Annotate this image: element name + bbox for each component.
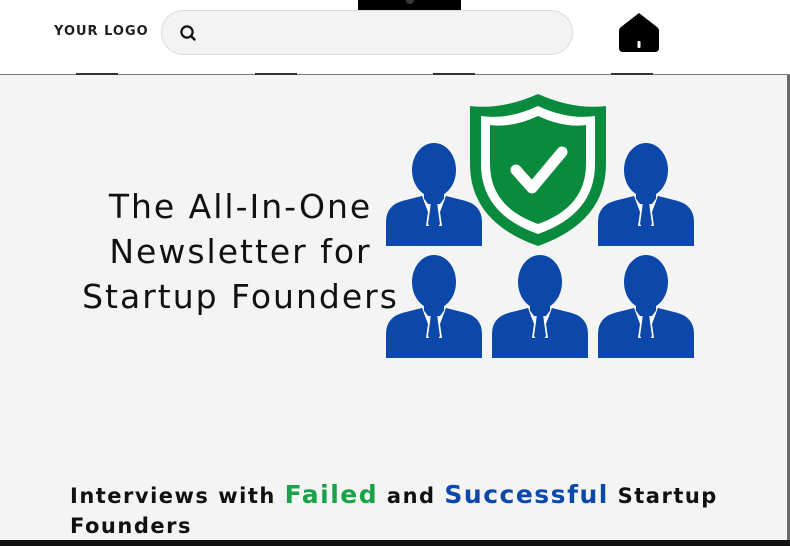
bottom-edge-bar	[0, 540, 790, 546]
subheadline-successful: Successful	[444, 480, 609, 509]
header-underline-segment	[433, 73, 475, 75]
subheadline: Interviews with Failed and Successful St…	[70, 480, 760, 541]
subheadline-middle: and	[378, 484, 445, 508]
hero-title-line: Newsletter for	[109, 232, 372, 271]
header-underline-segment	[611, 73, 653, 75]
search-bar[interactable]	[161, 10, 573, 55]
hero-title-line: Startup Founders	[82, 277, 399, 316]
header-underline-segment	[76, 73, 118, 75]
brand-logo[interactable]: YOUR LOGO	[54, 24, 149, 39]
search-icon[interactable]	[179, 24, 197, 42]
hero-title: The All-In-One Newsletter for Startup Fo…	[68, 184, 413, 319]
camera-dot	[406, 0, 414, 4]
subheadline-prefix: Interviews with	[70, 484, 285, 508]
home-icon[interactable]	[618, 11, 660, 53]
shield-check-people-icon	[386, 94, 694, 358]
subheadline-failed: Failed	[284, 480, 379, 509]
header-underline-segment	[255, 73, 297, 75]
search-input[interactable]	[210, 17, 560, 49]
top-header: YOUR LOGO	[0, 0, 790, 75]
hero-title-line: The All-In-One	[108, 187, 373, 226]
